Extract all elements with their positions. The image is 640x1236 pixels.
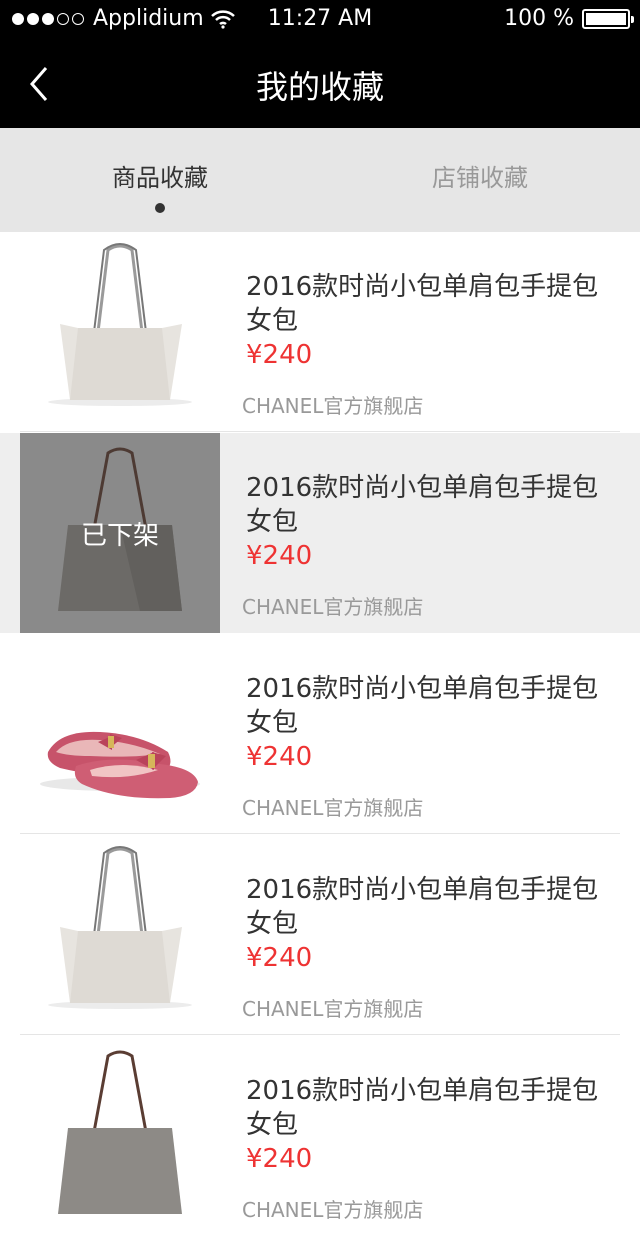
page-title: 我的收藏 <box>255 68 384 106</box>
tab-store-favorites[interactable]: 店铺收藏 <box>320 158 640 193</box>
store-name: CHANEL官方旗舰店 <box>242 796 424 820</box>
store-name: CHANEL官方旗舰店 <box>242 997 424 1021</box>
row-divider <box>20 1034 620 1035</box>
product-price: ¥240 <box>246 1144 313 1174</box>
product-price: ¥240 <box>246 340 313 370</box>
store-name: CHANEL官方旗舰店 <box>242 1198 424 1222</box>
list-item[interactable]: 2016款时尚小包单肩包手提包女包 ¥240 CHANEL官方旗舰店 <box>0 1036 640 1236</box>
store-name: CHANEL官方旗舰店 <box>242 394 424 418</box>
product-title: 2016款时尚小包单肩包手提包女包 <box>246 1076 599 1140</box>
product-title: 2016款时尚小包单肩包手提包女包 <box>246 674 599 738</box>
list-item[interactable]: 2016款时尚小包单肩包手提包女包 ¥240 CHANEL官方旗舰店 <box>0 634 640 834</box>
list-item[interactable]: 2016款时尚小包单肩包手提包女包 ¥240 CHANEL官方旗舰店 <box>0 835 640 1035</box>
product-title: 2016款时尚小包单肩包手提包女包 <box>246 875 599 939</box>
battery-icon <box>582 8 634 29</box>
product-price: ¥240 <box>246 541 313 571</box>
product-price: ¥240 <box>246 742 313 772</box>
row-divider <box>20 431 620 432</box>
battery-percent: 100 % <box>504 6 574 31</box>
product-image-white-tote-bag <box>20 232 220 432</box>
product-price: ¥240 <box>246 943 313 973</box>
status-right: 100 % <box>504 6 634 31</box>
row-divider <box>20 833 620 834</box>
product-image-gray-tote-bag: 已下架 <box>20 433 220 633</box>
list-item[interactable]: 已下架 2016款时尚小包单肩包手提包女包 ¥240 CHANEL官方旗舰店 <box>0 433 640 633</box>
delisted-overlay-label: 已下架 <box>80 520 159 551</box>
status-bar: Applidium 11:27 AM 100 % <box>0 0 640 40</box>
navigation-bar: 我的收藏 <box>0 40 640 128</box>
tab-product-favorites[interactable]: 商品收藏 <box>0 158 320 193</box>
store-name: CHANEL官方旗舰店 <box>242 595 424 619</box>
active-tab-indicator <box>155 203 165 213</box>
product-title: 2016款时尚小包单肩包手提包女包 <box>246 272 599 336</box>
list-item[interactable]: 2016款时尚小包单肩包手提包女包 ¥240 CHANEL官方旗舰店 <box>0 232 640 432</box>
product-image-pink-flats <box>20 634 220 834</box>
product-image-gray-tote-bag <box>20 1036 220 1236</box>
tab-bar: 商品收藏 店铺收藏 <box>0 128 640 232</box>
product-title: 2016款时尚小包单肩包手提包女包 <box>246 473 599 537</box>
product-image-white-tote-bag <box>20 835 220 1035</box>
